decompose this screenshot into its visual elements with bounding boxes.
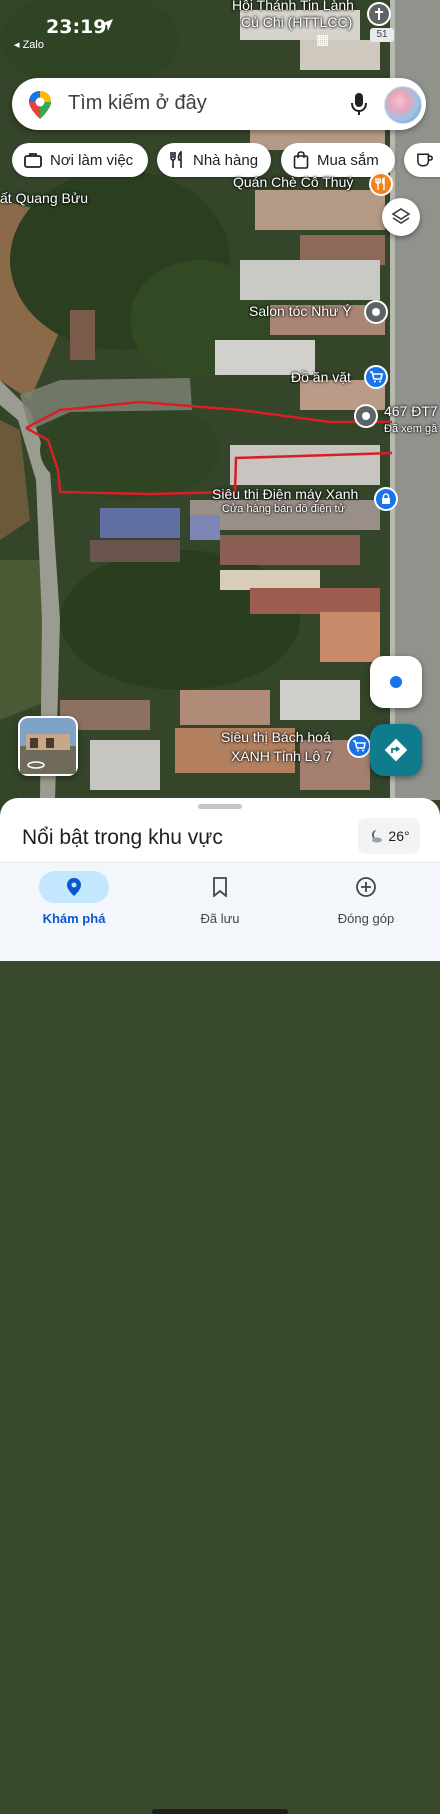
avatar[interactable] (384, 86, 422, 124)
tab-explore[interactable]: Khám phá (14, 871, 134, 926)
saved-tab-area (185, 871, 255, 903)
nav-label: Đóng góp (337, 911, 395, 926)
my-location-button[interactable] (370, 656, 422, 708)
map-label-viewed: Đã xem gầ (384, 423, 438, 435)
layers-button[interactable] (382, 198, 420, 236)
map-label-church-2[interactable]: Củ Chi (HTTLCC) (241, 14, 352, 30)
viewed-place-marker[interactable] (354, 404, 378, 428)
bottom-sheet[interactable]: Nổi bật trong khu vực 26° (0, 798, 440, 864)
map-label-address[interactable]: 467 ĐT7 (384, 403, 438, 419)
cart-icon (370, 371, 383, 383)
back-to-app[interactable]: ◂ Zalo (14, 38, 44, 51)
tab-contribute[interactable]: Đóng góp (306, 871, 426, 926)
sheet-title: Nổi bật trong khu vực (22, 826, 223, 849)
layers-icon (391, 208, 411, 224)
location-dot-icon (390, 676, 402, 688)
cross-icon (375, 8, 383, 20)
place-icon (362, 412, 370, 420)
shop-marker[interactable] (364, 365, 388, 389)
nav-label: Đã lưu (200, 911, 240, 926)
explore-tab-highlight (39, 871, 109, 903)
coffee-icon (417, 153, 433, 167)
map-label-salon[interactable]: Salon tóc Như Ý (249, 303, 352, 319)
tab-saved[interactable]: Đã lưu (160, 871, 280, 926)
electronics-marker[interactable] (374, 487, 398, 511)
cart-icon (353, 740, 366, 752)
clock: 23:19 (46, 16, 107, 38)
map-label-store-2b[interactable]: XANH Tỉnh Lộ 7 (231, 748, 332, 764)
directions-button[interactable] (370, 724, 422, 776)
briefcase-icon (24, 153, 42, 168)
map-label-food[interactable]: Đồ ăn vặt (291, 369, 351, 385)
road-badge: 51 (370, 28, 394, 42)
chip-restaurant[interactable]: Nhà hàng (157, 143, 271, 177)
map-label-store-1[interactable]: Siêu thị Điện máy Xanh (212, 486, 358, 502)
cafe-marker[interactable] (369, 172, 393, 196)
wifi-icon: ▦ (316, 31, 330, 47)
shopping-bag-icon (293, 151, 309, 169)
search-input[interactable]: Tìm kiếm ở đây (68, 92, 207, 115)
bookmark-icon (213, 877, 227, 897)
salon-marker[interactable] (364, 300, 388, 324)
weather-badge[interactable]: 26° (358, 818, 420, 854)
sheet-handle[interactable] (198, 804, 242, 809)
map-label-area: ất Quang Bửu (0, 190, 88, 206)
add-circle-icon (356, 877, 376, 897)
fork-knife-icon (170, 151, 182, 168)
home-indicator (152, 1809, 288, 1814)
location-arrow-icon (101, 19, 113, 31)
explore-pin-icon (67, 878, 81, 896)
microphone-icon[interactable] (350, 92, 368, 116)
map-label-store-2a[interactable]: Siêu thị Bách hoá (221, 729, 331, 745)
chip-label: Mua sắm (317, 151, 379, 169)
chip-label: Nơi làm việc (50, 151, 134, 169)
nav-label: Khám phá (42, 911, 106, 926)
street-view-thumbnail[interactable] (18, 716, 78, 776)
bottom-navigation: Khám phá Đã lưu Đóng góp (0, 862, 440, 1814)
chip-label: Nhà hàng (193, 151, 259, 169)
google-maps-pin-icon (29, 91, 51, 119)
directions-icon (384, 738, 408, 762)
360-icon (27, 761, 45, 769)
map-label-church-1[interactable]: Hội Thánh Tin Lành (232, 0, 354, 13)
fork-knife-icon (375, 177, 385, 190)
place-icon (372, 308, 380, 316)
moon-cloud-icon (372, 830, 383, 843)
chip-coffee[interactable]: C (404, 143, 440, 177)
temperature: 26° (388, 828, 410, 844)
church-marker[interactable] (367, 2, 391, 26)
map-label-store-1-sub: Cửa hàng bán đồ điện tử (222, 503, 345, 515)
chip-workplace[interactable]: Nơi làm việc (12, 143, 148, 177)
contribute-tab-area (331, 871, 401, 903)
grocery-marker[interactable] (347, 734, 371, 758)
search-bar[interactable]: Tìm kiếm ở đây (12, 78, 426, 130)
lock-bag-icon (382, 493, 390, 504)
map-label-cafe[interactable]: Quán Chè Cô Thuý (233, 174, 353, 190)
